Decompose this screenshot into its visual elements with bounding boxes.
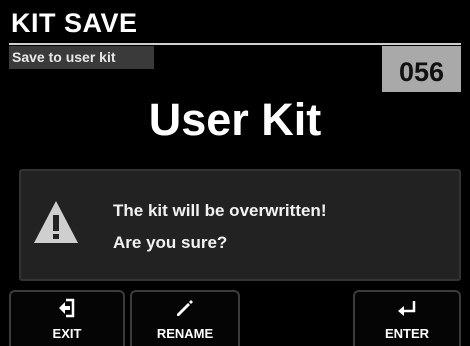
subtitle-label: Save to user kit [9,46,154,69]
warning-triangle-icon [34,201,78,243]
exit-button[interactable]: EXIT [9,290,125,346]
enter-button-label: ENTER [384,326,430,341]
enter-return-icon [398,301,416,316]
dialog-message-line-2: Are you sure? [113,233,228,252]
function-key-bar: EXIT RENAME ENTER [0,290,470,346]
title-bar: KIT SAVE [9,7,461,45]
kit-number-badge: 056 [382,46,461,92]
overwrite-confirm-dialog: The kit will be overwritten! Are you sur… [19,169,461,281]
dialog-message-line-1: The kit will be overwritten! [113,201,327,220]
rename-button[interactable]: RENAME [130,290,240,346]
pencil-icon [177,300,193,316]
exit-arrow-icon [59,298,75,318]
rename-button-label: RENAME [156,326,214,341]
exit-button-label: EXIT [52,326,82,341]
enter-button[interactable]: ENTER [353,290,461,346]
kit-name: User Kit [148,94,322,145]
page-title: KIT SAVE [11,8,138,38]
